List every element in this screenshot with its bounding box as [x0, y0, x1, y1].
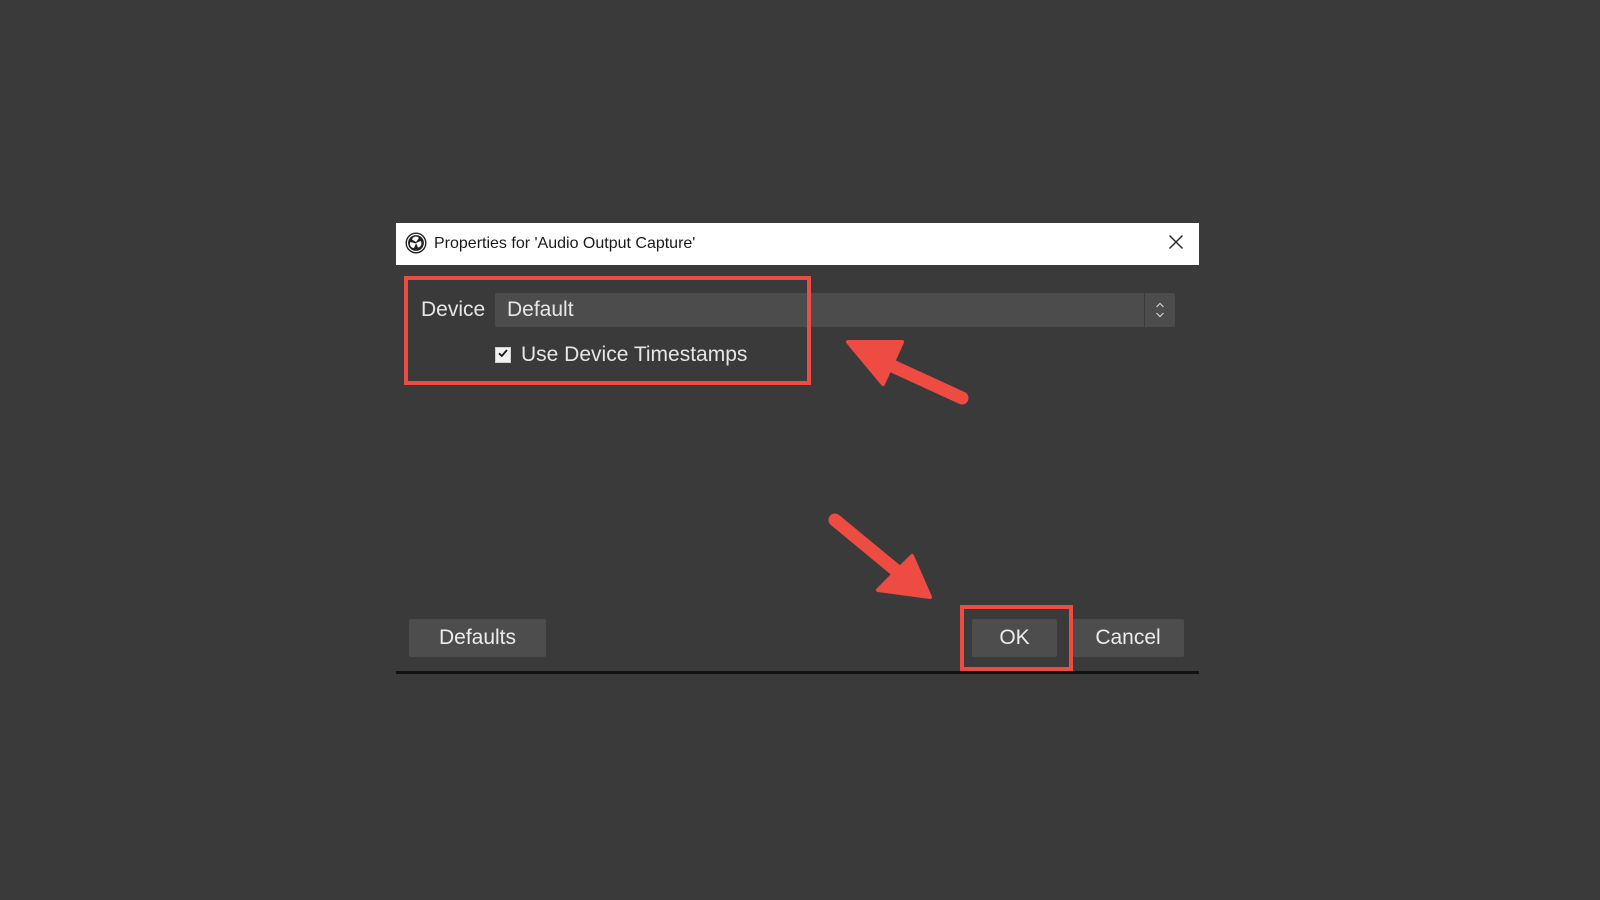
close-icon — [1168, 234, 1184, 255]
use-timestamps-checkbox[interactable] — [495, 347, 511, 363]
device-label: Device — [421, 298, 486, 321]
ok-button[interactable]: OK — [972, 619, 1057, 657]
use-timestamps-row[interactable]: Use Device Timestamps — [495, 340, 747, 370]
updown-chevron-icon — [1144, 293, 1175, 327]
dialog-bottom-border — [396, 671, 1199, 674]
obs-logo-icon — [405, 232, 427, 254]
defaults-button[interactable]: Defaults — [409, 619, 546, 657]
title-bar: Properties for 'Audio Output Capture' — [396, 223, 1199, 265]
check-icon — [497, 346, 509, 364]
cancel-button[interactable]: Cancel — [1072, 619, 1184, 657]
device-select-value: Default — [507, 298, 574, 321]
close-button[interactable] — [1153, 223, 1199, 265]
use-timestamps-label: Use Device Timestamps — [521, 343, 748, 366]
device-select[interactable]: Default — [495, 293, 1175, 327]
dialog-title: Properties for 'Audio Output Capture' — [434, 235, 696, 252]
properties-dialog: Properties for 'Audio Output Capture' De… — [396, 223, 1199, 675]
